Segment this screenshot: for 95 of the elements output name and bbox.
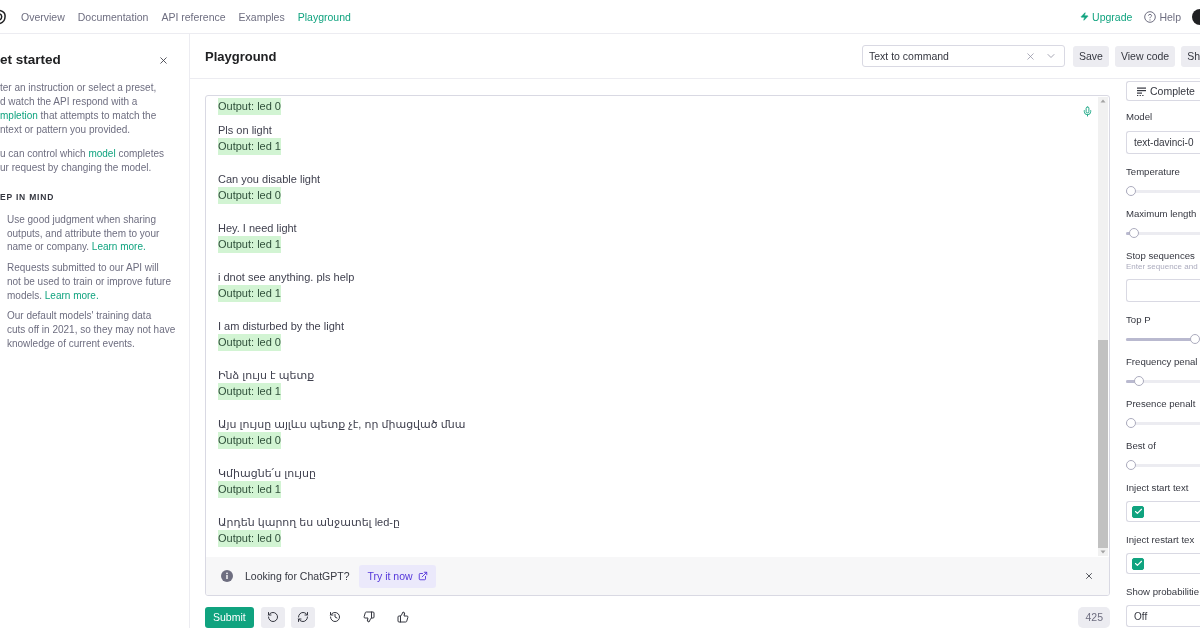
prompt-text: Ինձ լույս է պետք [218, 367, 315, 383]
setting-label: Top P [1126, 314, 1151, 326]
try-it-now-link[interactable]: Try it now [359, 564, 436, 588]
clear-icon[interactable] [1024, 50, 1036, 62]
slider-thumb[interactable] [1126, 186, 1136, 196]
section-heading: EP IN MIND [0, 191, 55, 203]
checkbox[interactable] [1132, 557, 1144, 570]
inline-link[interactable]: model [88, 148, 116, 159]
note-text: Requests submitted to our API will not be used to train or improve future models. Learn more. [7, 261, 171, 303]
intro-text: u can control which model completes ur request by changing the model. [0, 147, 164, 175]
nav-link[interactable]: Examples [238, 10, 285, 23]
nav-link[interactable]: Documentation [77, 10, 149, 23]
slider-track[interactable] [1126, 186, 1200, 196]
select-field[interactable]: text-davinci-0 [1126, 131, 1200, 154]
completion-text: Output: led 0 [218, 187, 281, 204]
nav-link[interactable]: Overview [21, 10, 65, 23]
slider-track[interactable] [1126, 460, 1200, 470]
prompt-text: Hey. I need light [218, 220, 297, 236]
slider-track[interactable] [1126, 418, 1200, 428]
close-icon[interactable] [1084, 571, 1094, 581]
note-text: Use good judgment when sharing outputs, and attribute them to your name or company. Learn more. [7, 213, 160, 255]
setting-label: Presence penalt [1126, 398, 1196, 410]
completion-text: Output: led 0 [218, 530, 281, 547]
scroll-up-icon[interactable] [1099, 97, 1107, 105]
learn-more-link[interactable]: Learn more. [44, 289, 99, 301]
undo-icon [266, 611, 279, 623]
token-count: 425 [1078, 606, 1110, 628]
completion-text: Output: led 0 [218, 334, 281, 351]
mode-button[interactable]: Complete [1126, 81, 1200, 101]
slider-thumb[interactable] [1190, 334, 1200, 344]
logo-icon[interactable] [0, 8, 6, 25]
prompt-text: Այս լույսը այլևս պետք չէ, որ միացված մնա [218, 416, 466, 432]
undo-button[interactable] [260, 606, 285, 628]
completion-text: Output: led 0 [218, 432, 281, 449]
help-link[interactable]: Help [1144, 10, 1181, 23]
preset-select[interactable]: Text to command [861, 45, 1065, 67]
setting-label: Inject start text [1126, 482, 1189, 494]
learn-more-link[interactable]: Learn more. [91, 241, 146, 253]
prompt-text: Արդեն կարող ես անջատել led-ը [218, 514, 400, 530]
help-icon [1144, 10, 1157, 23]
setting-label: Frequency penal [1126, 356, 1198, 368]
scrollbar[interactable] [1098, 97, 1108, 556]
completion-text: Output: led 1 [218, 138, 281, 155]
inline-link[interactable]: mpletion [0, 110, 38, 121]
setting-label: Show probabilitie [1126, 586, 1200, 598]
checkbox[interactable] [1132, 505, 1144, 518]
completion-text: Output: led 1 [218, 481, 281, 498]
nav-link[interactable]: Playground [297, 10, 351, 23]
prompt-text: Pls on light [218, 122, 272, 138]
slider-thumb[interactable] [1126, 418, 1136, 428]
prompt-text: Can you disable light [218, 171, 321, 187]
upgrade-link[interactable]: Upgrade [1080, 10, 1133, 23]
completion-text: Output: led 1 [218, 285, 281, 302]
prompt-text: i dnot see anything. pls help [218, 269, 355, 285]
thumbs-down-icon [362, 611, 375, 623]
slider-thumb[interactable] [1126, 460, 1136, 470]
note-text: Our default models' training data cuts off in 2021, so they may not have knowledge of current events. [7, 309, 176, 351]
regenerate-button[interactable] [290, 606, 315, 628]
header-button[interactable]: Sh [1181, 45, 1200, 67]
setting-label: Temperature [1126, 166, 1180, 178]
nav-link[interactable]: API reference [161, 10, 226, 23]
submit-button[interactable]: Submit [205, 606, 254, 628]
intro-text: ter an instruction or select a preset, d watch the API respond with a mpletion that attempts to match the ntext or pattern you provided. [0, 81, 157, 137]
avatar-icon[interactable] [1192, 8, 1200, 25]
completion-text: Output: led 0 [218, 98, 281, 115]
info-icon [221, 570, 233, 582]
input-field[interactable] [1126, 279, 1200, 302]
setting-label: Stop sequences [1126, 250, 1195, 262]
page-title: Playground [205, 48, 277, 64]
header-button[interactable]: View code [1114, 45, 1176, 67]
setting-label: Inject restart tex [1126, 534, 1195, 546]
slider-thumb[interactable] [1133, 376, 1144, 386]
lightning-icon [1080, 12, 1090, 21]
prompt-text: Կմիացնե՛ս լույսը [218, 465, 316, 481]
microphone-icon[interactable] [1082, 106, 1093, 117]
setting-label: Maximum length [1126, 208, 1197, 220]
helper-text: Enter sequence and [1126, 262, 1198, 272]
slider-track[interactable] [1126, 228, 1200, 238]
slider-thumb[interactable] [1128, 228, 1139, 238]
external-link-icon [417, 571, 428, 581]
text-lines-icon [1137, 86, 1146, 96]
sidebar-title: et started [0, 52, 61, 68]
setting-label: Model [1126, 111, 1153, 123]
setting-label: Best of [1126, 440, 1156, 452]
scrollbar-thumb[interactable] [1098, 339, 1108, 548]
header-button[interactable]: Save [1072, 45, 1109, 67]
thumbs-up-icon [396, 611, 409, 623]
completion-text: Output: led 1 [218, 236, 281, 253]
prompt-text: I am disturbed by the light [218, 318, 344, 334]
notice-text: Looking for ChatGPT? [245, 570, 350, 582]
completion-text: Output: led 1 [218, 383, 281, 400]
refresh-icon [296, 611, 309, 623]
history-icon [328, 611, 341, 623]
close-icon[interactable] [158, 54, 169, 66]
select-field[interactable]: Off [1126, 605, 1200, 627]
